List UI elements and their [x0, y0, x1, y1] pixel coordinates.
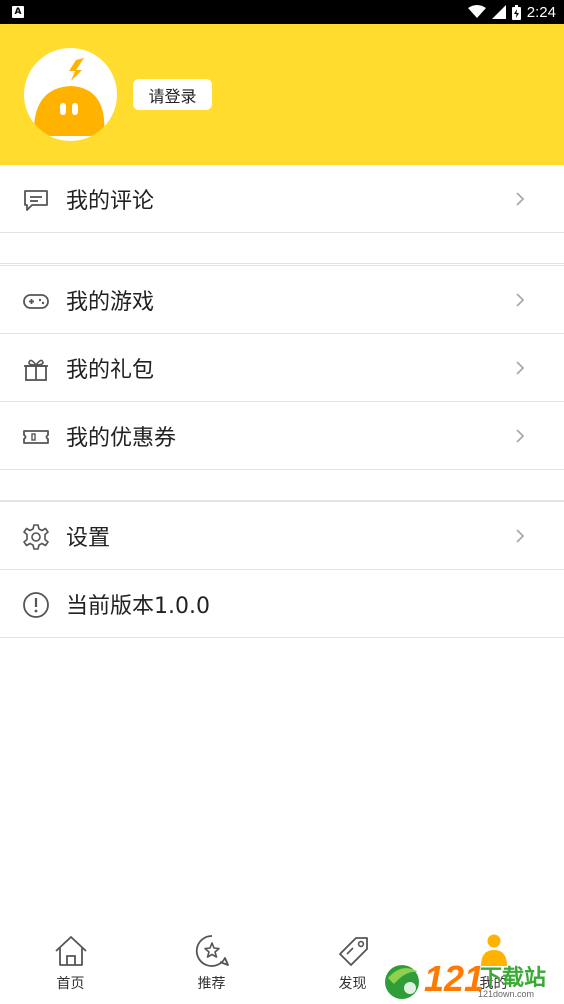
signal-icon	[491, 5, 506, 19]
divider	[0, 233, 564, 264]
menu-item-label: 设置	[66, 525, 111, 551]
menu-item-coupons[interactable]: 我的优惠券	[0, 402, 564, 470]
menu-item-games[interactable]: 我的游戏	[0, 266, 564, 334]
menu-group-games: 我的游戏 我的礼包 我的优惠券	[0, 265, 564, 501]
tag-icon	[339, 937, 368, 966]
gamepad-icon	[23, 294, 49, 309]
chevron-right-icon	[516, 429, 525, 443]
watermark-text: 下载站	[480, 966, 547, 991]
tab-home[interactable]: 首页	[0, 924, 141, 1004]
notification-icon: A	[12, 6, 24, 18]
mascot-icon	[33, 58, 105, 136]
menu-item-label: 我的游戏	[66, 289, 155, 315]
watermark-number: 121	[424, 958, 485, 999]
menu-group-settings: 设置 当前版本1.0.0	[0, 501, 564, 638]
chevron-right-icon	[516, 192, 525, 206]
chevron-right-icon	[516, 529, 525, 543]
menu-group-comments: 我的评论	[0, 165, 564, 264]
menu-item-label: 我的评论	[66, 188, 155, 214]
divider	[0, 470, 564, 501]
menu-item-label: 我的礼包	[66, 357, 155, 383]
tab-label: 推荐	[197, 976, 226, 992]
login-button[interactable]: 请登录	[133, 79, 212, 110]
home-icon	[55, 936, 87, 966]
menu-item-settings[interactable]: 设置	[0, 502, 564, 570]
chevron-right-icon	[516, 293, 525, 307]
status-icons: 2:24	[467, 0, 556, 24]
watermark: 121 下载站 121down.com	[380, 956, 564, 1004]
battery-icon	[511, 4, 521, 20]
menu-item-gifts[interactable]: 我的礼包	[0, 334, 564, 402]
clock: 2:24	[526, 3, 556, 21]
watermark-logo-icon	[385, 965, 419, 999]
comment-icon	[24, 190, 48, 211]
version-label: 当前版本1.0.0	[66, 593, 210, 619]
profile-header: 请登录	[0, 24, 564, 165]
star-chat-icon	[195, 935, 229, 967]
tab-label: 首页	[56, 976, 85, 992]
info-icon	[23, 592, 49, 618]
wifi-icon	[467, 5, 486, 18]
menu-item-label: 我的优惠券	[66, 425, 177, 451]
status-bar: A 2:24	[0, 0, 564, 24]
menu-item-comments[interactable]: 我的评论	[0, 165, 564, 233]
menu-item-version: 当前版本1.0.0	[0, 570, 564, 638]
coupon-icon	[23, 430, 49, 444]
watermark-url: 121down.com	[478, 989, 535, 999]
gift-icon	[24, 359, 48, 381]
chevron-right-icon	[516, 361, 525, 375]
tab-recommend[interactable]: 推荐	[141, 924, 282, 1004]
avatar[interactable]	[24, 48, 117, 141]
gear-icon	[23, 524, 49, 550]
